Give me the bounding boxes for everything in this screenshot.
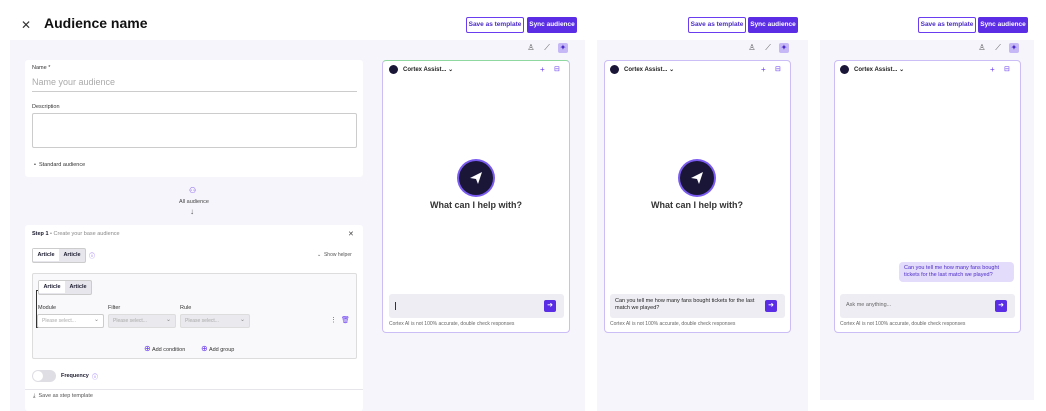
new-chat-icon[interactable]: + xyxy=(761,65,766,74)
chevron-down-icon: ⌄ xyxy=(448,67,454,73)
frequency-toggle[interactable] xyxy=(32,370,56,382)
name-input[interactable]: Name your audience xyxy=(32,77,357,92)
save-as-template-button[interactable]: Save as template xyxy=(688,17,746,33)
arrow-down-icon: ↓ xyxy=(190,207,194,216)
new-chat-icon[interactable]: + xyxy=(990,65,995,74)
disclaimer-text: Cortex AI is not 100% accurate, double c… xyxy=(610,321,736,327)
add-condition-button[interactable]: ⊕ Add condition xyxy=(144,344,185,353)
person-icon[interactable]: ♙ xyxy=(526,43,536,53)
save-as-template-button[interactable]: Save as template xyxy=(466,17,524,33)
chat-input-placeholder: Ask me anything... xyxy=(846,302,892,308)
assistant-selector[interactable]: Cortex Assist... ⌄ xyxy=(854,66,904,73)
send-button[interactable]: ➜ xyxy=(544,300,556,312)
sync-audience-button[interactable]: Sync audience xyxy=(748,17,798,33)
assistant-avatar-icon xyxy=(610,65,619,74)
description-textarea[interactable] xyxy=(32,113,357,148)
name-label: Name * xyxy=(32,65,51,71)
chevron-down-icon: ⌄ xyxy=(94,317,100,323)
chevron-down-icon: ⌄ xyxy=(899,67,905,73)
sync-audience-button[interactable]: Sync audience xyxy=(978,17,1028,33)
all-audience-label: All audience xyxy=(179,199,209,205)
chart-icon[interactable]: ⟋ xyxy=(542,43,552,53)
add-group-button[interactable]: ⊕ Add group xyxy=(201,344,234,353)
assistant-avatar-icon xyxy=(840,65,849,74)
disclaimer-text: Cortex AI is not 100% accurate, double c… xyxy=(389,321,515,327)
chevron-down-icon: ⌄ xyxy=(240,317,246,323)
sync-audience-button[interactable]: Sync audience xyxy=(527,17,577,33)
person-icon[interactable]: ♙ xyxy=(747,43,757,53)
cortex-logo-icon xyxy=(459,161,493,195)
send-button[interactable]: ➜ xyxy=(995,300,1007,312)
user-message-bubble: Can you tell me how many fans bought tic… xyxy=(899,262,1014,282)
show-helper-toggle[interactable]: ⌄ Show helper xyxy=(317,252,352,258)
history-icon[interactable]: ⊟ xyxy=(1004,65,1010,73)
close-icon[interactable]: ✕ xyxy=(21,18,31,32)
info-icon[interactable]: ⓘ xyxy=(92,372,98,381)
step-tab-article-1[interactable]: Article xyxy=(33,249,59,261)
new-chat-icon[interactable]: + xyxy=(540,65,545,74)
save-step-template-button[interactable]: ⤓ Save as step template xyxy=(33,393,93,400)
description-label: Description xyxy=(32,104,60,110)
welcome-prompt: What can I help with? xyxy=(430,200,522,210)
drag-handle-icon[interactable]: ⋮ xyxy=(330,316,337,324)
person-icon[interactable]: ♙ xyxy=(977,43,987,53)
divider xyxy=(25,389,363,390)
frequency-label: Frequency xyxy=(61,373,89,379)
save-as-template-button[interactable]: Save as template xyxy=(918,17,976,33)
info-icon[interactable]: ⓘ xyxy=(89,251,95,260)
plus-circle-icon: ⊕ xyxy=(144,344,151,353)
step-close-icon[interactable]: ✕ xyxy=(348,230,354,238)
sparkle-icon[interactable]: ✦ xyxy=(779,43,789,53)
chart-icon[interactable]: ⟋ xyxy=(763,43,773,53)
chart-icon[interactable]: ⟋ xyxy=(993,43,1003,53)
inner-tab-article-2[interactable]: Article xyxy=(65,281,91,293)
assistant-chat-panel xyxy=(604,60,791,333)
assistant-chat-panel xyxy=(834,60,1021,333)
chevron-down-icon: ⌄ xyxy=(669,67,675,73)
rule-label: Rule xyxy=(180,305,192,311)
step-title: Step 1 • Create your base audience xyxy=(32,231,120,237)
history-icon[interactable]: ⊟ xyxy=(554,65,560,73)
filter-label: Filter xyxy=(108,305,121,311)
welcome-prompt: What can I help with? xyxy=(651,200,743,210)
assistant-avatar-icon xyxy=(389,65,398,74)
page-title: Audience name xyxy=(44,15,148,31)
inner-tab-article-1[interactable]: Article xyxy=(39,281,65,293)
sparkle-icon[interactable]: ✦ xyxy=(1009,43,1019,53)
text-cursor xyxy=(395,302,396,310)
chevron-down-icon: ⌄ xyxy=(166,317,172,323)
assistant-selector[interactable]: Cortex Assist... ⌄ xyxy=(624,66,674,73)
send-button[interactable]: ➜ xyxy=(765,300,777,312)
step-tab-article-2[interactable]: Article xyxy=(59,249,85,261)
sparkle-icon[interactable]: ✦ xyxy=(558,43,568,53)
delete-icon[interactable]: 🗑 xyxy=(341,316,350,324)
assistant-chat-panel xyxy=(382,60,570,333)
chat-input-text: Can you tell me how many fans bought tic… xyxy=(615,298,755,311)
chat-input[interactable] xyxy=(389,294,564,318)
assistant-selector[interactable]: Cortex Assist... ⌄ xyxy=(403,66,453,73)
plus-circle-icon: ⊕ xyxy=(201,344,208,353)
cortex-logo-icon xyxy=(680,161,714,195)
download-icon: ⤓ xyxy=(33,393,36,399)
module-label: Module xyxy=(38,305,57,311)
audience-type-label: • Standard audience xyxy=(34,162,86,168)
history-icon[interactable]: ⊟ xyxy=(775,65,781,73)
people-icon: ⚇ xyxy=(189,186,197,195)
disclaimer-text: Cortex AI is not 100% accurate, double c… xyxy=(840,321,966,327)
